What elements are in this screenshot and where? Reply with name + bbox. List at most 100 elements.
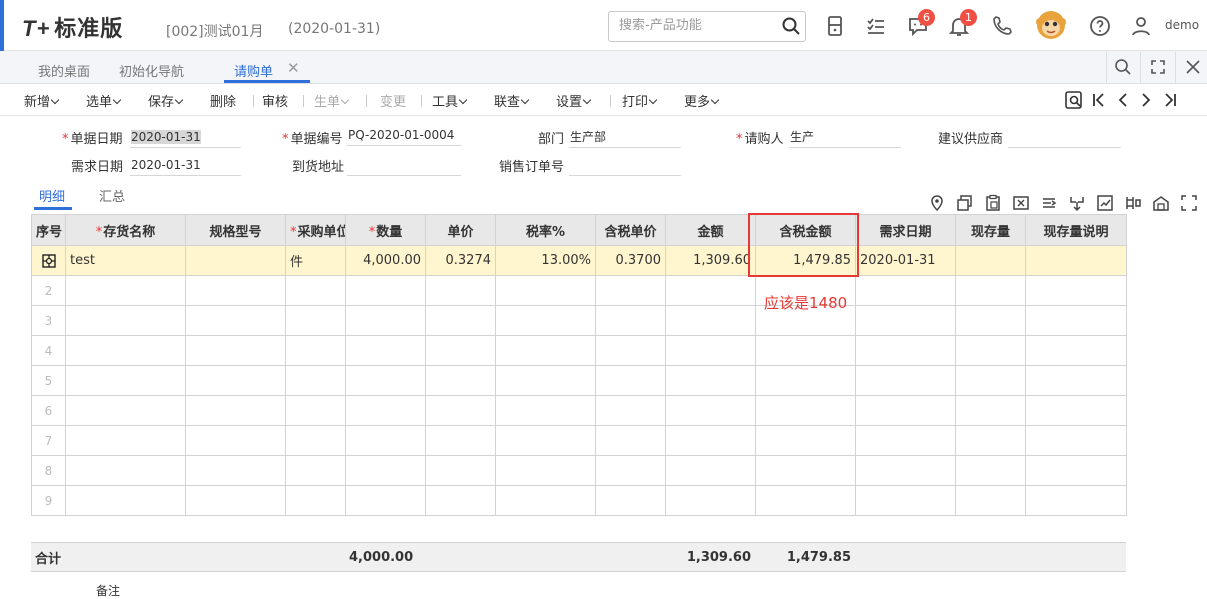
account-date: (2020-01-31) <box>288 21 381 37</box>
close-tab-icon[interactable]: ✕ <box>287 59 300 77</box>
cell-stock-note[interactable] <box>1025 245 1127 276</box>
search-icon[interactable] <box>1113 57 1133 77</box>
col-header-amount[interactable]: 金额 <box>665 214 756 246</box>
table-row[interactable]: 4 <box>31 335 1127 366</box>
split-icon[interactable] <box>1040 194 1058 212</box>
table-row[interactable]: 9 <box>31 485 1127 516</box>
user-name[interactable]: demo <box>1165 18 1199 32</box>
remark-label: 备注 <box>96 584 121 598</box>
cell-tax-price[interactable]: 0.3700 <box>595 245 666 276</box>
fullscreen-icon[interactable] <box>1148 57 1168 77</box>
cell-price[interactable]: 0.3274 <box>425 245 496 276</box>
row-index: 2 <box>31 275 66 306</box>
next-record-icon[interactable] <box>1136 90 1156 110</box>
divider <box>366 95 367 107</box>
audit-button[interactable]: 审核 <box>262 91 288 110</box>
col-header-unit[interactable]: *采购单位 <box>285 214 346 246</box>
address-label: 到货地址 <box>292 160 345 175</box>
row-locate-icon[interactable] <box>41 253 57 269</box>
col-header-spec[interactable]: 规格型号 <box>185 214 286 246</box>
subtab-detail[interactable]: 明细 <box>39 186 65 205</box>
address-field[interactable] <box>347 156 461 176</box>
change-button[interactable]: 变更 <box>380 91 406 110</box>
user-icon[interactable] <box>1129 14 1153 38</box>
need-date-label: 需求日期 <box>71 160 124 175</box>
divider <box>1175 52 1176 83</box>
tools-menu-button[interactable]: 工具 <box>432 91 468 110</box>
columns-icon[interactable] <box>1124 194 1142 212</box>
dept-label: 部门 <box>538 132 565 147</box>
copy-row-icon[interactable] <box>956 194 974 212</box>
cell-need-date[interactable]: 2020-01-31 <box>855 245 956 276</box>
generate-menu-button[interactable]: 生单 <box>314 91 350 110</box>
table-row[interactable]: test 件 4,000.00 0.3274 13.00% 0.3700 1,3… <box>31 245 1127 276</box>
phone-icon[interactable] <box>990 14 1014 38</box>
help-icon[interactable] <box>1088 14 1112 38</box>
delete-row-icon[interactable] <box>1012 194 1030 212</box>
sales-order-label: 销售订单号 <box>499 160 565 175</box>
cell-amount[interactable]: 1,309.60 <box>665 245 756 276</box>
cell-tax-rate[interactable]: 13.00% <box>495 245 596 276</box>
doc-no-field[interactable]: PQ-2020-01-0004 <box>347 126 461 146</box>
col-header-stock[interactable]: 现存量 <box>955 214 1026 246</box>
col-header-tax-price[interactable]: 含税单价 <box>595 214 666 246</box>
cell-unit[interactable]: 件 <box>285 245 346 276</box>
print-menu-button[interactable]: 打印 <box>622 91 658 110</box>
doc-date-field[interactable]: 2020-01-31 <box>130 128 241 148</box>
prev-record-icon[interactable] <box>1113 90 1133 110</box>
close-icon[interactable] <box>1183 57 1203 77</box>
first-record-icon[interactable] <box>1089 90 1109 110</box>
cell-qty[interactable]: 4,000.00 <box>345 245 426 276</box>
cell-spec[interactable] <box>185 245 286 276</box>
tab-purchase-request[interactable]: 请购单 <box>234 61 273 80</box>
tab-init-nav[interactable]: 初始化导航 <box>119 61 184 80</box>
col-header-index[interactable]: 序号 <box>31 214 66 246</box>
more-menu-button[interactable]: 更多 <box>684 91 720 110</box>
checklist-icon[interactable] <box>864 14 888 38</box>
settings-menu-button[interactable]: 设置 <box>556 91 592 110</box>
search-icon[interactable] <box>781 16 801 36</box>
add-menu-button[interactable]: 新增 <box>24 91 60 110</box>
table-row[interactable]: 7 <box>31 425 1127 456</box>
need-date-field[interactable]: 2020-01-31 <box>130 156 241 176</box>
table-row[interactable]: 6 <box>31 395 1127 426</box>
dept-field[interactable]: 生产部 <box>569 128 681 148</box>
last-record-icon[interactable] <box>1160 90 1180 110</box>
col-header-need-date[interactable]: 需求日期 <box>855 214 956 246</box>
message-badge: 6 <box>918 9 935 26</box>
select-menu-button[interactable]: 选单 <box>86 91 122 110</box>
row-locate-cell[interactable] <box>31 245 66 276</box>
sales-order-field[interactable] <box>569 156 681 176</box>
col-header-stock-note[interactable]: 现存量说明 <box>1025 214 1127 246</box>
supplier-field[interactable] <box>1008 128 1121 148</box>
col-header-price[interactable]: 单价 <box>425 214 496 246</box>
col-header-name[interactable]: *存货名称 <box>65 214 186 246</box>
save-menu-button[interactable]: 保存 <box>148 91 184 110</box>
table-row[interactable]: 5 <box>31 365 1127 396</box>
accent-stripe <box>0 0 4 51</box>
table-row[interactable]: 3 <box>31 305 1127 336</box>
cell-name[interactable]: test <box>65 245 186 276</box>
table-row[interactable]: 8 <box>31 455 1127 486</box>
delete-button[interactable]: 删除 <box>210 91 236 110</box>
tab-desktop[interactable]: 我的桌面 <box>38 61 90 80</box>
paste-row-icon[interactable] <box>984 194 1002 212</box>
doc-search-icon[interactable] <box>1064 90 1084 110</box>
cell-stock[interactable] <box>955 245 1026 276</box>
lookup-menu-button[interactable]: 联查 <box>494 91 530 110</box>
table-row[interactable]: 2 <box>31 275 1127 306</box>
search-input[interactable] <box>619 18 779 33</box>
merge-icon[interactable] <box>1068 194 1086 212</box>
col-header-qty[interactable]: *数量 <box>345 214 426 246</box>
buyer-field[interactable]: 生产 <box>789 128 901 148</box>
location-icon[interactable] <box>928 194 946 212</box>
chart-icon[interactable] <box>1096 194 1114 212</box>
warehouse-icon[interactable] <box>1152 194 1170 212</box>
divider <box>253 95 254 107</box>
calculator-icon[interactable] <box>823 14 847 38</box>
subtab-summary[interactable]: 汇总 <box>99 186 125 205</box>
expand-icon[interactable] <box>1180 194 1198 212</box>
search-box[interactable] <box>608 11 806 42</box>
col-header-tax-rate[interactable]: 税率% <box>495 214 596 246</box>
mascot-avatar[interactable] <box>1034 8 1068 42</box>
